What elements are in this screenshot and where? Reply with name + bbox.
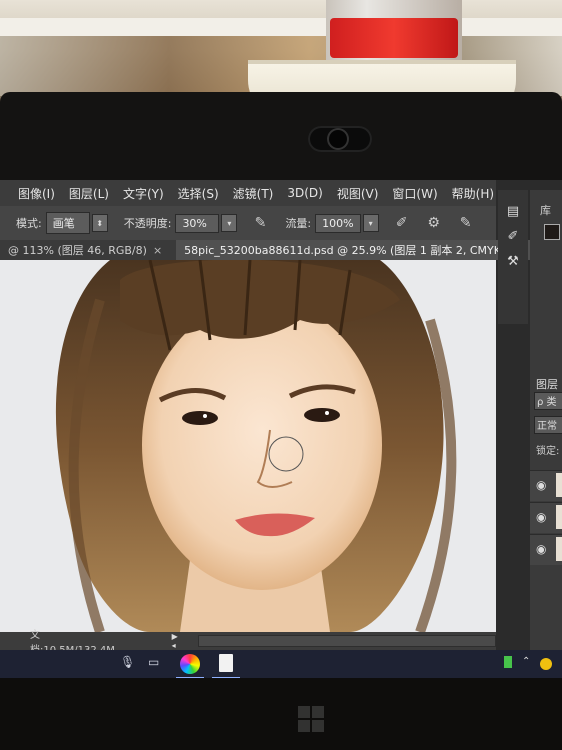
airbrush-icon[interactable]: ✐ xyxy=(393,214,411,232)
smoothing-icon[interactable]: ⚙ xyxy=(425,214,443,232)
document-icon[interactable] xyxy=(219,654,233,672)
lock-label: 锁定: xyxy=(536,446,560,457)
tab-document-1[interactable]: @ 113% (图层 46, RGB/8) × xyxy=(0,240,176,260)
opacity-dropdown-icon[interactable]: ▾ xyxy=(221,214,238,232)
monitor-screen: 图像(I) 图层(L) 文字(Y) 选择(S) 滤镜(T) 3D(D) 视图(V… xyxy=(0,180,562,680)
layer-filter-input[interactable]: ρ 类 xyxy=(534,392,562,410)
monitor-bottom-bezel xyxy=(0,678,562,750)
battery-icon[interactable] xyxy=(504,656,512,668)
shelf xyxy=(0,18,562,36)
bottle-label xyxy=(330,18,458,58)
opacity-input[interactable]: 30% xyxy=(175,213,220,233)
monitor-bezel xyxy=(0,92,562,192)
brush-pressure-icon[interactable]: ✎ xyxy=(251,214,269,232)
menu-3d[interactable]: 3D(D) xyxy=(280,186,329,200)
status-bar: 文档:10.5M/132.4M ▶ ◂ xyxy=(0,630,496,656)
menu-layer[interactable]: 图层(L) xyxy=(62,185,116,202)
tab-layers[interactable]: 图层 xyxy=(536,376,558,392)
brush-settings-icon[interactable]: ✐ xyxy=(508,229,519,244)
notification-icon[interactable] xyxy=(540,658,552,670)
play-icon[interactable]: ▶ ◂ xyxy=(172,632,185,650)
color-wheel-icon[interactable] xyxy=(180,654,200,674)
document-canvas[interactable] xyxy=(0,260,496,632)
mode-label: 模式: xyxy=(16,217,42,230)
flow-dropdown-icon[interactable]: ▾ xyxy=(362,214,379,232)
layer-thumbnail xyxy=(556,505,562,529)
close-icon[interactable]: × xyxy=(153,244,162,257)
panel-toggle-icon[interactable]: ▤ xyxy=(507,204,519,219)
tab-label: @ 113% (图层 46, RGB/8) xyxy=(8,244,147,257)
eye-icon[interactable]: ◉ xyxy=(536,542,546,556)
opacity-label: 不透明度: xyxy=(123,217,172,230)
microphone-icon[interactable]: 🎙 xyxy=(120,655,135,669)
foreground-color-swatch[interactable] xyxy=(544,224,560,240)
tray-arrow-icon[interactable]: ⌃ xyxy=(522,656,530,667)
menu-filter[interactable]: 滤镜(T) xyxy=(226,185,281,202)
mode-select[interactable]: 画笔 xyxy=(45,212,90,234)
layer-thumbnail xyxy=(556,537,562,561)
menu-bar: 图像(I) 图层(L) 文字(Y) 选择(S) 滤镜(T) 3D(D) 视图(V… xyxy=(0,180,496,206)
eye-icon[interactable]: ◉ xyxy=(536,478,546,492)
tab-library[interactable]: 库 xyxy=(540,202,551,218)
document-tabs: @ 113% (图层 46, RGB/8) × 58pic_53200ba886… xyxy=(0,240,555,260)
taskbar xyxy=(0,650,562,680)
windows-logo-icon xyxy=(298,706,324,732)
webcam-lens xyxy=(329,130,347,148)
flow-input[interactable]: 100% xyxy=(315,213,361,233)
layer-thumbnail xyxy=(556,473,562,497)
tab-label: 58pic_53200ba88611d.psd @ 25.9% (图层 1 副本… xyxy=(184,244,526,257)
menu-type[interactable]: 文字(Y) xyxy=(116,185,171,202)
horizontal-scrollbar[interactable] xyxy=(198,635,496,647)
tablet-pressure-icon[interactable]: ✎ xyxy=(457,214,475,232)
portrait-painting xyxy=(55,260,457,632)
menu-window[interactable]: 窗口(W) xyxy=(385,185,444,202)
menu-select[interactable]: 选择(S) xyxy=(171,185,226,202)
menu-image[interactable]: 图像(I) xyxy=(0,185,62,202)
menu-view[interactable]: 视图(V) xyxy=(330,185,386,202)
task-view-icon[interactable]: ▭ xyxy=(148,655,159,669)
eye-icon[interactable]: ◉ xyxy=(536,510,546,524)
flow-label: 流量: xyxy=(285,217,312,230)
mode-dropdown-icon[interactable]: ⬍ xyxy=(91,214,108,232)
options-bar: 模式: 画笔 ⬍ 不透明度: 30% ▾ ✎ 流量: 100% ▾ ✐ ⚙ ✎ xyxy=(0,206,496,241)
blend-mode-select[interactable]: 正常 xyxy=(534,416,562,434)
menu-help[interactable]: 帮助(H) xyxy=(445,185,501,202)
tool-presets-icon[interactable]: ⚒ xyxy=(507,254,519,269)
panel-tool-strip: ▤ ✐ ⚒ xyxy=(498,190,528,324)
